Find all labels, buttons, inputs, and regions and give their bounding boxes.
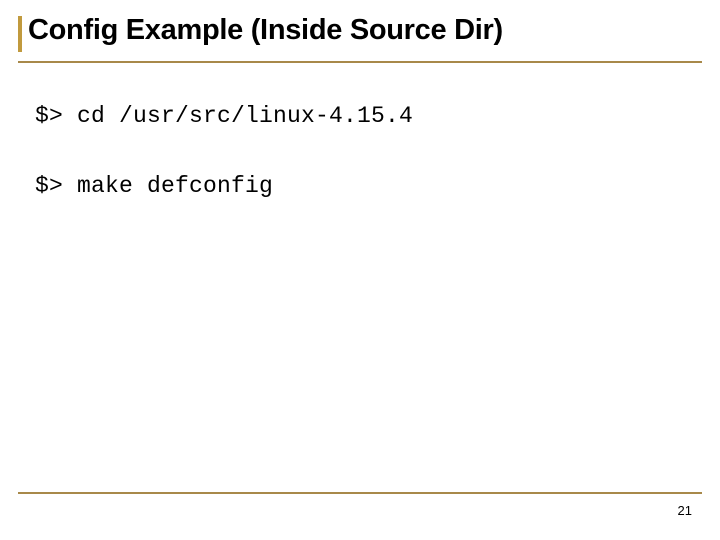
bottom-divider xyxy=(18,492,702,494)
content-area: $> cd /usr/src/linux-4.15.4 $> make defc… xyxy=(0,63,720,199)
slide-container: Config Example (Inside Source Dir) $> cd… xyxy=(0,0,720,540)
page-number: 21 xyxy=(678,503,692,518)
title-accent-bar xyxy=(18,16,22,52)
slide-title: Config Example (Inside Source Dir) xyxy=(28,14,702,47)
command-line-1: $> cd /usr/src/linux-4.15.4 xyxy=(35,103,685,129)
command-line-2: $> make defconfig xyxy=(35,173,685,199)
title-container: Config Example (Inside Source Dir) xyxy=(0,0,720,55)
